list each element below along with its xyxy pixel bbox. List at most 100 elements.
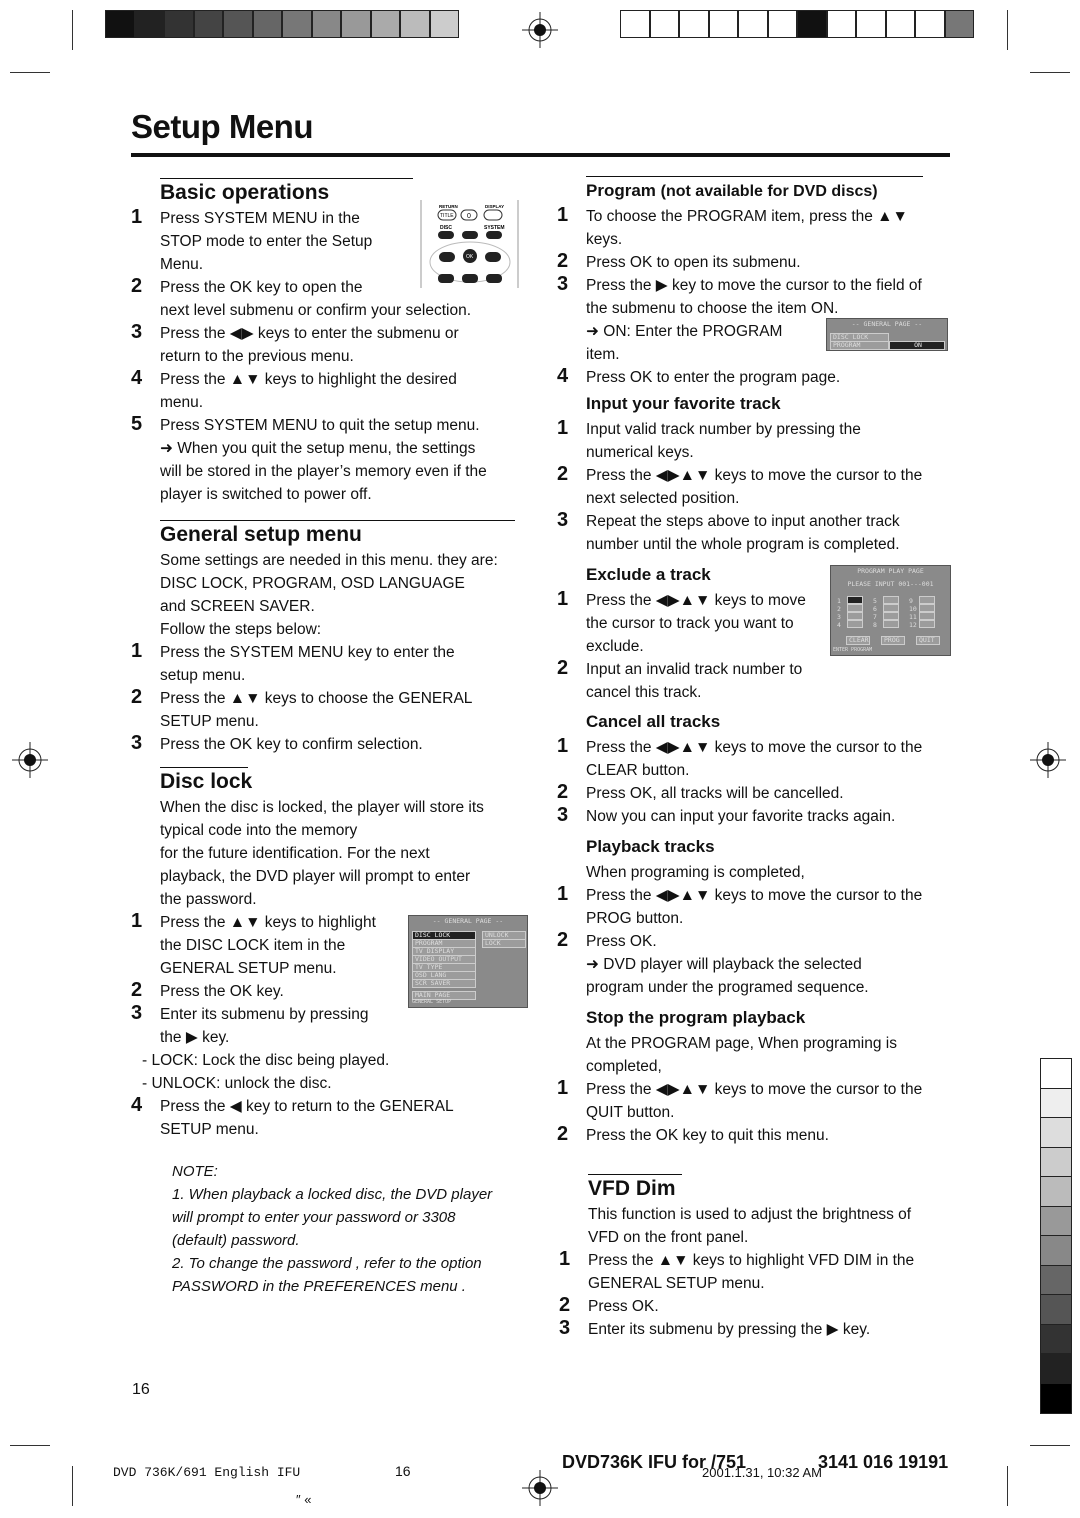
line-text: setup menu.	[160, 667, 246, 684]
line-text: Enter its submenu by pressing the ▶ key.	[588, 1321, 871, 1338]
line-text: Enter its submenu by pressing	[160, 1006, 369, 1023]
step-line: 3 Repeat the steps above to input another…	[557, 509, 922, 533]
step-number: 2	[557, 463, 569, 485]
text-line: - LOCK: Lock the disc being played.	[142, 1049, 389, 1072]
line-text: will prompt to enter your password or 33…	[172, 1209, 456, 1226]
step-number: 1	[557, 588, 569, 610]
swatch	[134, 10, 164, 38]
step-line: 3 Press the ◀▶ keys to enter the submenu …	[131, 321, 459, 345]
line-text: playback, the DVD player will prompt to …	[160, 868, 471, 885]
line-text: ➜ DVD player will playback the selected	[586, 956, 862, 973]
slot-label: 9	[909, 597, 913, 605]
tone-swatch	[1040, 1264, 1072, 1296]
line-text: Some settings are needed in this menu. t…	[160, 552, 498, 569]
svg-text:TITLE: TITLE	[440, 213, 454, 219]
crop-mark	[1030, 1445, 1070, 1446]
line-text: keys.	[586, 231, 623, 248]
tone-swatch	[1040, 1353, 1072, 1384]
line-text: Press the ◀▶▲▼ keys to move the cursor t…	[586, 1081, 923, 1098]
footer-marks: ″ «	[296, 1492, 312, 1507]
crop-mark	[10, 1445, 50, 1446]
line-text: Press the ◀▶▲▼ keys to move the cursor t…	[586, 467, 923, 484]
registration-crosshair-icon	[522, 12, 558, 48]
line-text: (default) password.	[172, 1232, 300, 1249]
step-number: 4	[131, 1094, 143, 1116]
step-number: 1	[557, 735, 569, 757]
crop-mark	[1007, 10, 1008, 50]
text-line: GENERAL SETUP menu.	[588, 1272, 765, 1295]
slot-box	[883, 612, 899, 620]
footer-code: 3141 016 19191	[818, 1452, 949, 1472]
swatch	[708, 10, 738, 38]
text-line: completed,	[586, 1055, 922, 1078]
crop-mark	[1030, 72, 1070, 73]
text-line: next selected position.	[586, 487, 922, 510]
color-registration-strip-right	[620, 10, 974, 40]
text-line: typical code into the memory	[160, 819, 357, 842]
line-text: Repeat the steps above to input another …	[586, 513, 900, 530]
slot-box	[919, 620, 935, 628]
line-text: Now you can input your favorite tracks a…	[586, 808, 896, 825]
slot-box	[883, 604, 899, 612]
line-text: Press OK.	[586, 933, 657, 950]
tone-swatch	[1040, 1087, 1072, 1119]
swatch	[311, 10, 341, 38]
text-line: This function is used to adjust the brig…	[588, 1203, 911, 1226]
step-number: 3	[559, 1317, 571, 1339]
swatch	[944, 10, 974, 38]
heading-text: Playback tracks	[586, 837, 715, 856]
step-number: 2	[131, 275, 143, 297]
step-line: 1 To choose the PROGRAM item, press the ▲…	[557, 204, 923, 228]
step-number: 3	[557, 804, 569, 826]
heading-text: General setup menu	[160, 523, 362, 546]
line-text: item.	[586, 346, 620, 363]
section-heading: Exclude a track	[586, 561, 806, 589]
step-number: 3	[131, 732, 143, 754]
swatch	[282, 10, 312, 38]
line-text: PROG button.	[586, 910, 684, 927]
text-line: menu.	[160, 391, 413, 414]
slot-label: 10	[909, 605, 917, 613]
swatch	[164, 10, 194, 38]
step-line: 5 Press SYSTEM MENU to quit the setup men…	[131, 413, 480, 437]
slot-box	[883, 596, 899, 604]
text-line: ➜ When you quit the setup menu, the sett…	[160, 437, 475, 460]
swatch	[856, 10, 886, 38]
text-line: At the PROGRAM page, When programing is	[586, 1032, 922, 1055]
step-number: 1	[557, 204, 569, 226]
line-text: STOP mode to enter the Setup	[160, 233, 373, 250]
line-text: numerical keys.	[586, 444, 694, 461]
swatch	[429, 10, 459, 38]
section-cancel-all-tracks: Cancel all tracks 1 Press the ◀▶▲▼ keys to…	[557, 708, 922, 828]
text-line: 1. When playback a locked disc, the DVD …	[172, 1183, 492, 1206]
swatch	[223, 10, 253, 38]
line-text: the ▶ key.	[160, 1029, 230, 1046]
line-text: QUIT button.	[586, 1104, 675, 1121]
section-program: Program (not available for DVD discs) 1 To…	[557, 176, 923, 389]
slot-label: 12	[909, 621, 917, 629]
line-text: Press the OK key.	[160, 983, 284, 1000]
line-text: ➜ When you quit the setup menu, the sett…	[160, 440, 476, 457]
svg-text:DISPLAY: DISPLAY	[485, 204, 504, 209]
svg-text:DISC: DISC	[440, 225, 452, 231]
swatch	[915, 10, 945, 38]
step-line: 4 Press the ▲▼ keys to highlight the desi…	[131, 367, 457, 391]
section-stop-program-playback: Stop the program playback At the PROGRAM …	[557, 1004, 923, 1147]
line-text: SETUP menu.	[160, 713, 259, 730]
line-text: Press SYSTEM MENU to quit the setup menu…	[160, 417, 480, 434]
step-line: 1 Press the ◀▶▲▼ keys to move the cursor …	[557, 883, 922, 907]
line-text: When programing is completed,	[586, 864, 805, 881]
text-line: the DISC LOCK item in the	[160, 934, 345, 957]
line-text: 2. To change the password , refer to the…	[172, 1255, 482, 1272]
text-line: When the disc is locked, the player will…	[160, 796, 484, 819]
heading-text: Input your favorite track	[586, 394, 781, 413]
text-line: VFD on the front panel.	[588, 1226, 748, 1249]
section-input-favorite-track: Input your favorite track 1 Input valid tr…	[557, 390, 923, 556]
text-line: SETUP menu.	[160, 1118, 259, 1141]
heading-text: Basic operations	[160, 181, 330, 204]
step-line: 2 Press the OK key to open the	[131, 275, 413, 299]
line-text: completed,	[586, 1058, 662, 1075]
step-line: 1 Press the ◀▶▲▼ keys to move	[557, 588, 806, 612]
line-text: When the disc is locked, the player will…	[160, 799, 484, 816]
section-heading: Cancel all tracks	[586, 708, 922, 736]
